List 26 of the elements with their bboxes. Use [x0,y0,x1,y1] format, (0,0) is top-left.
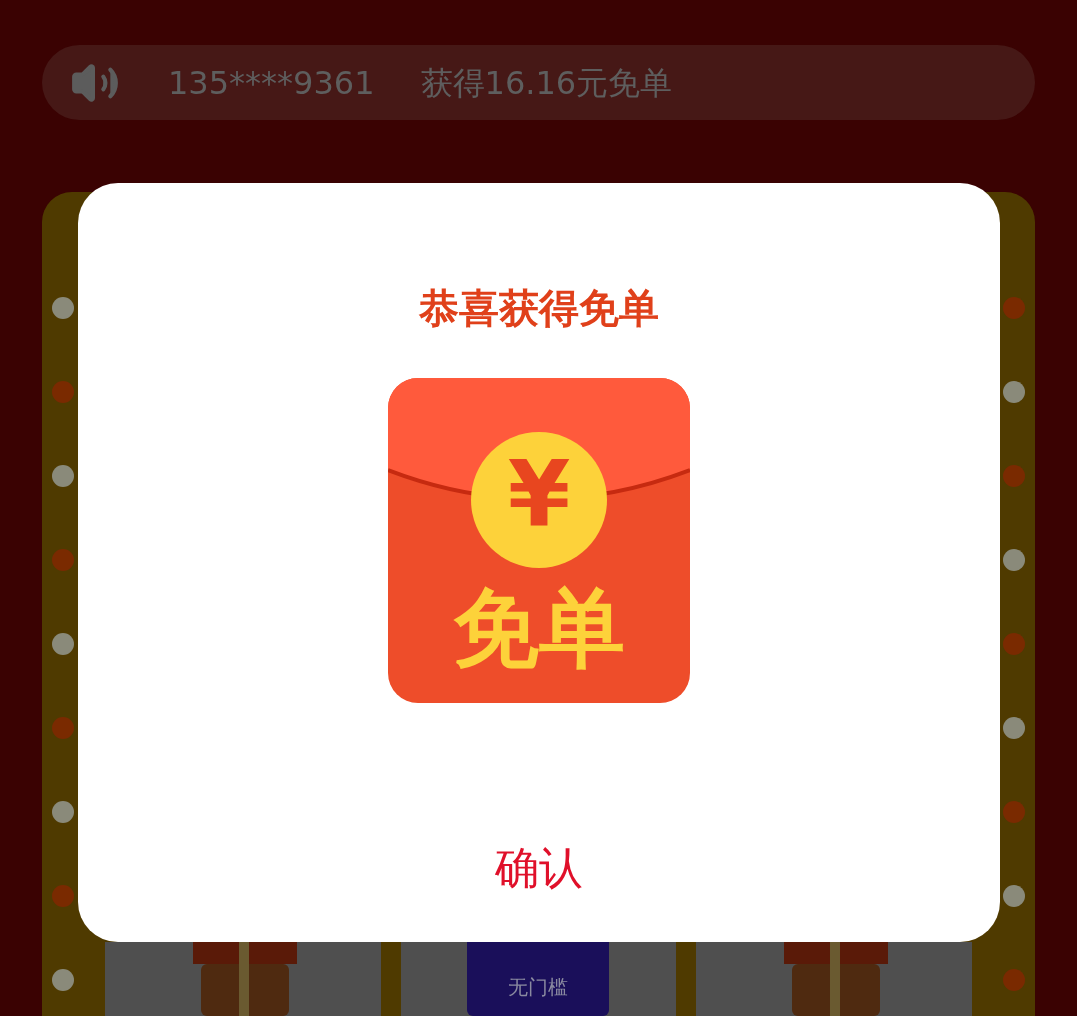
frame-light [1003,633,1025,655]
frame-light [1003,969,1025,991]
frame-light [1003,465,1025,487]
frame-light [1003,381,1025,403]
frame-light [52,633,74,655]
frame-light [52,717,74,739]
dialog-title: 恭喜获得免单 [419,284,659,333]
frame-light [1003,297,1025,319]
envelope-label: 免单 [452,578,626,678]
coupon-condition: 无门槛 [508,974,569,1001]
yuan-sign: ¥ [506,441,572,549]
envelope-icon [388,378,690,703]
frame-light [52,297,74,319]
frame-light [1003,717,1025,739]
frame-light [52,549,74,571]
winner-phone: 135****9361 [168,62,375,104]
frame-light [1003,801,1025,823]
frame-light [52,885,74,907]
frame-light [52,465,74,487]
frame-light [52,801,74,823]
frame-light [1003,885,1025,907]
frame-light [1003,549,1025,571]
winner-message: 获得16.16元免单 [420,62,673,104]
frame-light [52,969,74,991]
frame-light [52,381,74,403]
confirm-button[interactable]: 确认 [475,835,603,901]
